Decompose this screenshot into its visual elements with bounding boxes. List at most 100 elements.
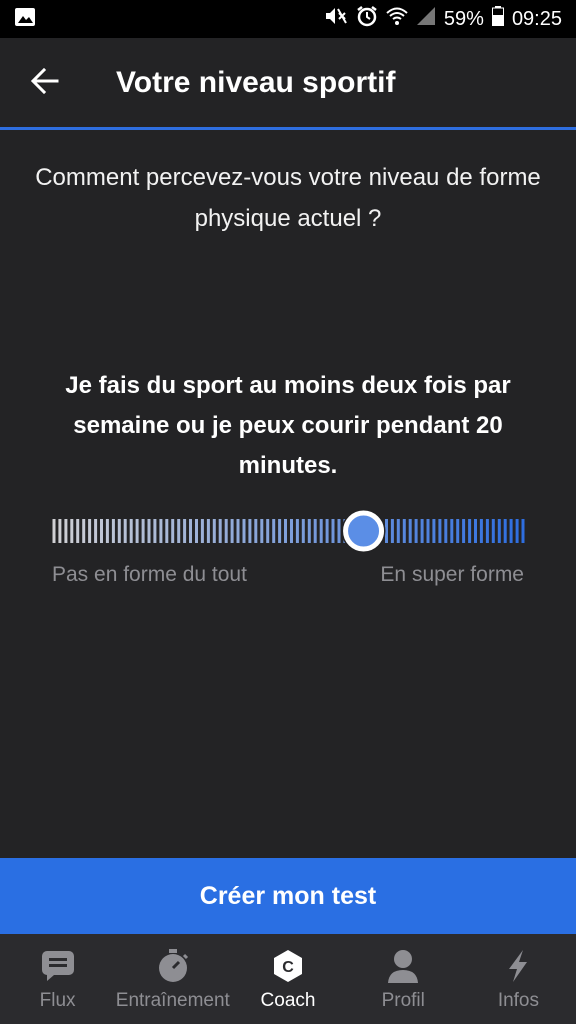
slider-tick bbox=[420, 519, 424, 543]
slider-tick bbox=[468, 519, 472, 543]
slider-tick bbox=[123, 519, 127, 543]
slider-tick bbox=[254, 519, 258, 543]
slider-tick bbox=[509, 519, 513, 543]
slider-tick bbox=[290, 519, 293, 543]
nav-label-flux: Flux bbox=[39, 990, 76, 1011]
nav-item-flux[interactable]: Flux bbox=[0, 934, 115, 1024]
slider-tick bbox=[462, 519, 466, 543]
slider-tick bbox=[301, 519, 305, 543]
slider-tick bbox=[313, 519, 317, 543]
slider-tick bbox=[284, 519, 287, 543]
slider-tick bbox=[177, 519, 181, 543]
slider-tick bbox=[88, 519, 92, 543]
slider-tick bbox=[165, 519, 169, 543]
slider-tick bbox=[307, 519, 311, 543]
slider-tick bbox=[171, 519, 175, 543]
arrow-left-icon bbox=[30, 67, 59, 99]
nav-label-profil: Profil bbox=[381, 990, 425, 1011]
slider-tick bbox=[111, 519, 115, 543]
slider-tick bbox=[474, 519, 477, 543]
slider-tick bbox=[64, 519, 68, 543]
scale-min-label: Pas en forme du tout bbox=[52, 563, 247, 586]
slider-tick bbox=[206, 519, 210, 543]
slider-tick bbox=[272, 519, 276, 543]
slider-tick bbox=[444, 519, 448, 543]
battery-label: 59% bbox=[443, 7, 484, 30]
slider-tick bbox=[129, 519, 133, 543]
slider-tick bbox=[135, 519, 139, 543]
slider-tick bbox=[76, 519, 80, 543]
slider-tick bbox=[236, 519, 240, 543]
slider-tick bbox=[147, 519, 151, 543]
slider-tick bbox=[479, 519, 483, 543]
slider-track[interactable] bbox=[52, 509, 525, 553]
app-bar-divider bbox=[0, 127, 576, 130]
lightning-icon bbox=[500, 948, 536, 984]
slider-tick bbox=[105, 519, 109, 543]
slider-tick bbox=[183, 519, 187, 543]
app-bar: Votre niveau sportif bbox=[0, 38, 576, 128]
coach-badge-icon: C bbox=[270, 948, 306, 984]
slider-tick bbox=[218, 519, 222, 543]
slider-tick bbox=[408, 519, 412, 543]
slider-tick bbox=[521, 519, 525, 543]
slider-tick bbox=[58, 519, 62, 543]
slider-tick bbox=[456, 519, 460, 543]
slider-tick bbox=[497, 519, 501, 543]
slider-tick bbox=[491, 519, 495, 543]
create-test-button[interactable]: Créer mon test bbox=[0, 858, 576, 934]
image-icon bbox=[14, 7, 36, 32]
status-bar: 59% 09:25 bbox=[0, 0, 576, 38]
slider-tick bbox=[141, 519, 145, 543]
slider-tick bbox=[319, 519, 323, 543]
slider-tick bbox=[278, 519, 282, 543]
signal-icon bbox=[416, 6, 436, 32]
slider-tick bbox=[325, 519, 329, 543]
nav-label-entrainement: Entraînement bbox=[115, 990, 230, 1011]
bottom-navigation: Flux Entraînement C Coach Profil Infos bbox=[0, 934, 576, 1024]
level-description: Je fais du sport au moins deux fois par … bbox=[65, 372, 511, 479]
person-icon bbox=[385, 948, 421, 984]
slider-tick bbox=[390, 519, 394, 543]
wifi-icon bbox=[386, 6, 408, 32]
slider-tick bbox=[503, 519, 507, 543]
question-text: Comment percevez-vous votre niveau de fo… bbox=[35, 164, 541, 232]
nav-item-coach[interactable]: C Coach bbox=[230, 934, 345, 1024]
slider-tick bbox=[266, 519, 270, 543]
slider-tick bbox=[295, 519, 299, 543]
scale-max-label: En super forme bbox=[380, 563, 524, 586]
svg-text:C: C bbox=[282, 959, 294, 976]
nav-item-infos[interactable]: Infos bbox=[461, 934, 576, 1024]
slider-tick bbox=[396, 519, 400, 543]
slider-thumb[interactable] bbox=[343, 510, 385, 552]
chat-bubble-icon bbox=[40, 948, 76, 984]
slider-tick bbox=[224, 519, 228, 543]
nav-label-coach: Coach bbox=[260, 990, 316, 1011]
slider-tick bbox=[230, 519, 234, 543]
mute-icon bbox=[324, 5, 348, 33]
alarm-icon bbox=[356, 5, 378, 33]
slider-tick bbox=[438, 519, 442, 543]
nav-item-profil[interactable]: Profil bbox=[346, 934, 461, 1024]
slider-tick bbox=[70, 519, 74, 543]
slider-tick bbox=[248, 519, 252, 543]
slider-tick bbox=[200, 519, 204, 543]
slider-tick bbox=[195, 519, 198, 543]
slider-tick bbox=[402, 519, 406, 543]
slider-tick bbox=[242, 519, 246, 543]
slider-tick bbox=[82, 519, 86, 543]
slider-tick bbox=[331, 519, 335, 543]
slider-tick bbox=[260, 519, 264, 543]
slider-tick bbox=[450, 519, 454, 543]
slider-tick bbox=[189, 519, 192, 543]
back-button[interactable] bbox=[0, 38, 90, 128]
nav-item-entrainement[interactable]: Entraînement bbox=[115, 934, 230, 1024]
slider-tick bbox=[52, 519, 56, 543]
clock-time: 09:25 bbox=[511, 7, 562, 30]
fitness-level-slider[interactable] bbox=[52, 509, 525, 553]
page-title: Votre niveau sportif bbox=[116, 66, 396, 99]
slider-tick bbox=[159, 519, 163, 543]
slider-tick bbox=[117, 519, 121, 543]
slider-tick bbox=[94, 519, 98, 543]
slider-tick bbox=[432, 519, 436, 543]
